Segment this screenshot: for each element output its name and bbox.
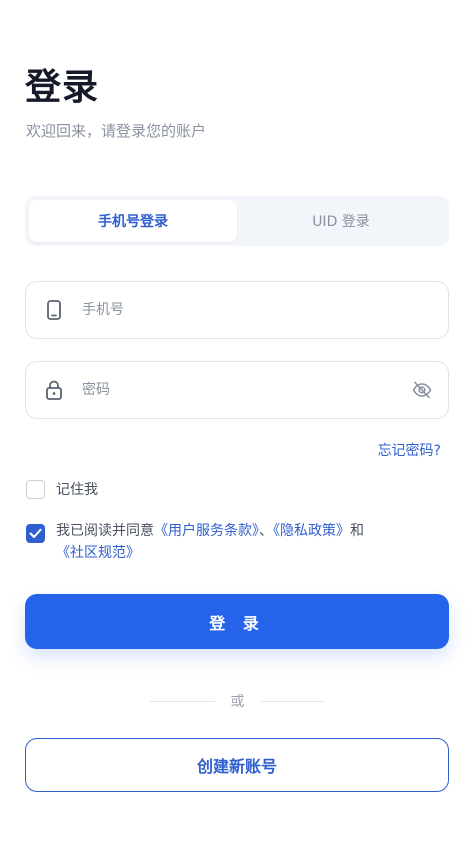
eye-off-icon[interactable] [396,381,448,399]
agreement-text: 我已阅读并同意《用户服务条款》、《隐私政策》和《社区规范》 [56,520,364,564]
privacy-link[interactable]: 《隐私政策》 [273,523,350,539]
agreement-row: 我已阅读并同意《用户服务条款》、《隐私政策》和《社区规范》 [26,520,426,564]
password-input[interactable] [82,362,396,418]
create-account-button[interactable]: 创建新账号 [25,738,449,792]
remember-me[interactable]: 记住我 [26,479,98,499]
agreement-and: 和 [350,523,364,539]
community-link[interactable]: 《社区规范》 [56,545,140,561]
agreement-separator: 、 [259,523,273,539]
phone-field[interactable] [25,281,449,339]
or-divider: 或 [150,690,325,712]
tab-uid-login[interactable]: UID 登录 [237,200,445,242]
checkmark-icon [29,528,42,538]
agreement-prefix: 我已阅读并同意 [56,523,154,539]
tab-phone-login[interactable]: 手机号登录 [29,200,237,242]
page-title: 登录 [25,67,100,108]
divider-line-right [260,700,325,702]
lock-icon [26,380,82,400]
divider-label: 或 [230,694,245,710]
divider-line-left [150,700,215,702]
agreement-checkbox[interactable] [26,524,45,543]
password-field[interactable] [25,361,449,419]
page-subtitle: 欢迎回来，请登录您的账户 [26,122,207,140]
phone-input[interactable] [82,282,448,338]
remember-label: 记住我 [56,482,98,498]
terms-link[interactable]: 《用户服务条款》 [154,523,259,539]
login-button[interactable]: 登 录 [25,594,449,649]
forgot-password-link[interactable]: 忘记密码? [378,441,441,461]
phone-icon [26,300,82,320]
login-method-tabs: 手机号登录 UID 登录 [25,196,449,246]
remember-checkbox[interactable] [26,479,45,499]
